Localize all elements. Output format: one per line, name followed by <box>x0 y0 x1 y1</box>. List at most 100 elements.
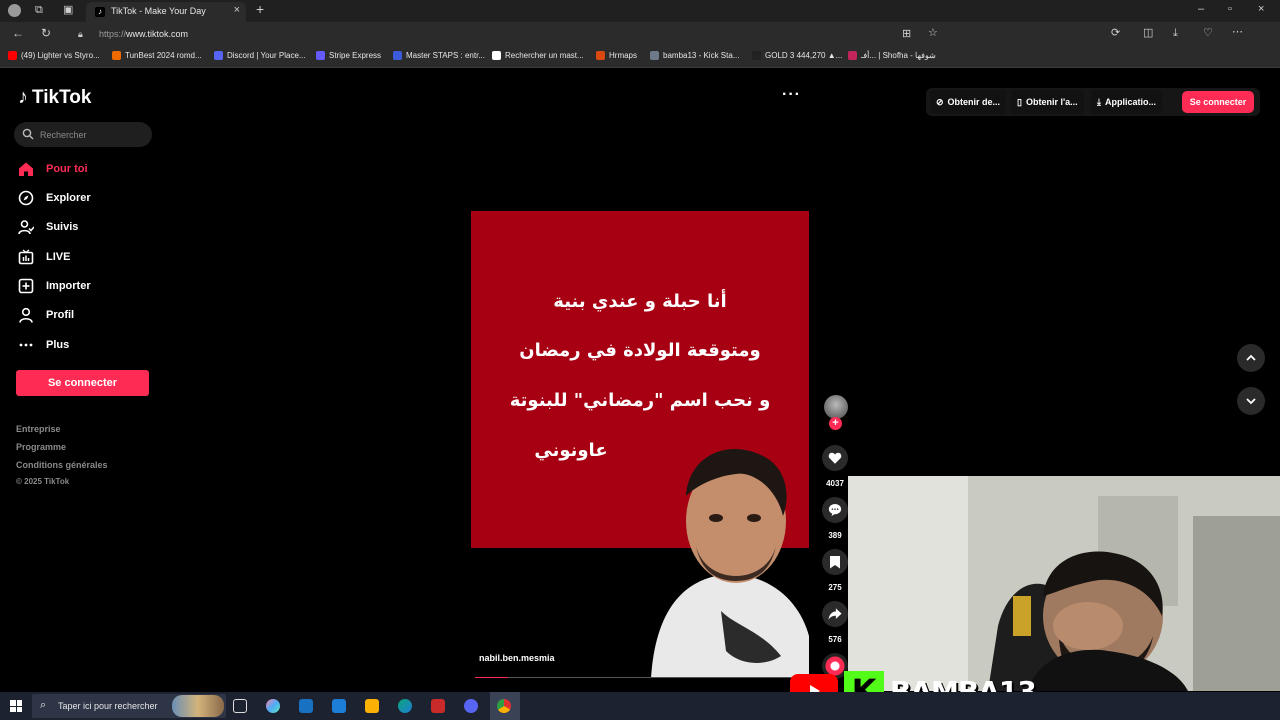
nav-label: LIVE <box>46 251 71 263</box>
logo-text: TikTok <box>32 86 92 108</box>
nav-label: Pour toi <box>46 163 88 175</box>
taskbar-search-box[interactable]: ⌕ Taper ici pour rechercher <box>32 694 226 718</box>
outlook-icon[interactable] <box>332 699 346 713</box>
creator-avatar[interactable] <box>824 395 848 419</box>
compass-icon <box>18 190 34 206</box>
profile-icon <box>18 307 34 323</box>
search-input[interactable] <box>40 126 146 143</box>
like-button[interactable] <box>822 445 848 471</box>
app-red-icon[interactable] <box>431 699 445 713</box>
comment-button[interactable] <box>822 497 848 523</box>
edge-icon[interactable] <box>398 699 412 713</box>
extensions-puzzle-icon[interactable]: ⟳ <box>1111 27 1120 39</box>
copilot-taskbar-icon[interactable] <box>266 699 280 713</box>
video-caption-line-2: ومتوقعة الولادة في رمضان <box>519 340 761 361</box>
download-app-button[interactable]: ⤓ Applicatio... <box>1091 90 1162 114</box>
next-video-button[interactable] <box>1237 387 1265 415</box>
bookmark-item[interactable]: Discord | Your Place... <box>214 51 306 60</box>
close-window-icon[interactable]: × <box>1258 3 1264 15</box>
favorite-star-icon[interactable]: ☆ <box>928 27 938 39</box>
taskbar-search-placeholder: Taper ici pour rechercher <box>58 701 158 711</box>
browser-tab-bar: ⧉ ▣ ♪ TikTok - Make Your Day × + – ▫ × <box>0 0 1280 22</box>
refresh-icon[interactable]: ↻ <box>41 27 51 39</box>
workspaces-icon[interactable]: ⧉ <box>35 4 43 16</box>
new-tab-icon[interactable]: + <box>256 2 264 16</box>
bookmark-icon <box>830 556 840 569</box>
bookmark-item[interactable]: Stripe Express <box>316 51 381 60</box>
footer-link-entreprise[interactable]: Entreprise <box>16 424 61 434</box>
settings-more-icon[interactable]: ⋯ <box>1232 26 1243 38</box>
file-explorer-icon[interactable] <box>365 699 379 713</box>
video-progress-bar[interactable] <box>475 677 805 678</box>
windows-taskbar: ⌕ Taper ici pour rechercher <box>0 692 1280 720</box>
previous-video-button[interactable] <box>1237 344 1265 372</box>
nav-importer[interactable]: Importer <box>18 276 148 296</box>
bookmark-item[interactable]: أفـ... | Shofha - شوفها <box>848 51 936 60</box>
video-player[interactable]: أنا حبلة و عندي بنية ومتوقعة الولادة في … <box>471 211 809 678</box>
bookmark-label: Stripe Express <box>329 51 382 60</box>
nav-label: Explorer <box>46 192 91 204</box>
bookmark-favicon-icon <box>214 51 223 60</box>
more-options-icon[interactable]: ··· <box>782 86 801 104</box>
video-progress-fill <box>475 677 508 678</box>
minimize-icon[interactable]: – <box>1198 3 1204 15</box>
get-app-button[interactable]: ▯ Obtenir l'a... <box>1011 90 1084 114</box>
bookmark-favicon-icon <box>848 51 857 60</box>
split-screen-icon[interactable]: ◫ <box>1143 27 1153 39</box>
coin-icon: ⊘ <box>936 96 944 107</box>
video-author[interactable]: nabil.ben.mesmia <box>479 653 555 663</box>
app-available-icon[interactable]: ⊞ <box>902 28 911 40</box>
tab-actions-icon[interactable]: ▣ <box>63 4 73 16</box>
maximize-icon[interactable]: ▫ <box>1228 3 1232 15</box>
sidebar-login-button[interactable]: Se connecter <box>16 370 149 396</box>
nav-plus[interactable]: Plus <box>18 335 148 355</box>
back-icon[interactable]: ← <box>12 27 24 39</box>
windows-start-icon[interactable] <box>10 700 22 712</box>
bookmark-item[interactable]: Hrmaps <box>596 51 637 60</box>
header-login-button[interactable]: Se connecter <box>1182 91 1254 113</box>
get-coins-button[interactable]: ⊘ Obtenir de... <box>930 90 1007 114</box>
downloads-icon[interactable]: ⤓ <box>1173 27 1178 39</box>
tab-tiktok[interactable]: ♪ TikTok - Make Your Day × <box>86 2 246 22</box>
bookmark-label: Discord | Your Place... <box>227 51 306 60</box>
live-icon <box>18 249 34 265</box>
nav-live[interactable]: LIVE <box>18 247 148 267</box>
bookmark-item[interactable]: bamba13 - Kick Sta... <box>650 51 739 60</box>
tiktok-logo[interactable]: ♪ TikTok <box>18 86 91 109</box>
chevron-down-icon <box>1246 398 1256 405</box>
url-field[interactable]: https://www.tiktok.com <box>99 29 188 39</box>
save-button[interactable] <box>822 549 848 575</box>
bookmark-label: (49) Lighter vs Styro... <box>21 51 100 60</box>
footer-link-conditions[interactable]: Conditions générales <box>16 460 108 470</box>
bookmark-item[interactable]: TunBest 2024 romd... <box>112 51 202 60</box>
bookmark-favicon-icon <box>316 51 325 60</box>
nav-explorer[interactable]: Explorer <box>18 188 148 208</box>
task-view-icon[interactable] <box>233 699 247 713</box>
share-button[interactable] <box>822 601 848 627</box>
lock-icon: 🔒︎ <box>78 29 83 39</box>
tab-title: TikTok - Make Your Day <box>111 6 206 16</box>
address-bar: ← ↻ 🔒︎ https://www.tiktok.com ⊞ ☆ ⟳ ◫ ⤓ … <box>0 22 1280 63</box>
profile-icon[interactable] <box>8 4 21 17</box>
bookmark-item[interactable]: (49) Lighter vs Styro... <box>8 51 100 60</box>
close-tab-icon[interactable]: × <box>234 4 240 16</box>
bookmark-item[interactable]: Rechercher un mast... <box>492 51 584 60</box>
follow-plus-icon[interactable]: + <box>829 417 842 430</box>
bookmark-favicon-icon <box>112 51 121 60</box>
browser-essentials-icon[interactable]: ♡ <box>1203 27 1213 39</box>
more-icon <box>18 337 34 353</box>
tiktok-note-icon: ♪ <box>18 86 28 108</box>
bookmark-item[interactable]: Master STAPS : entr... <box>393 51 485 60</box>
search-box[interactable] <box>14 122 152 147</box>
footer-link-programme[interactable]: Programme <box>16 442 66 452</box>
bookmark-favicon-icon <box>393 51 402 60</box>
nav-suivis[interactable]: Suivis <box>18 217 148 237</box>
nav-pour-toi[interactable]: Pour toi <box>18 159 148 179</box>
search-icon <box>22 128 34 140</box>
discord-icon[interactable] <box>464 699 478 713</box>
bookmark-item[interactable]: GOLD 3 444,270 ▲... <box>752 51 842 60</box>
nav-profil[interactable]: Profil <box>18 305 148 325</box>
search-highlight-image <box>172 695 224 717</box>
chrome-icon[interactable] <box>497 699 511 713</box>
store-icon[interactable] <box>299 699 313 713</box>
